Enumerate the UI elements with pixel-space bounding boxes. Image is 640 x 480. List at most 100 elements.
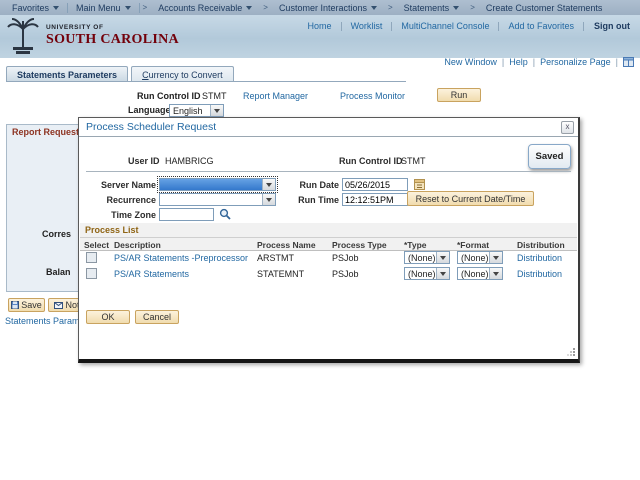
breadcrumb-main-menu[interactable]: Main Menu bbox=[68, 0, 139, 15]
server-name-select[interactable] bbox=[157, 176, 278, 193]
personalize-layout-icon[interactable] bbox=[623, 57, 634, 67]
process-select-checkbox[interactable] bbox=[86, 268, 97, 279]
breadcrumb-main-menu-label: Main Menu bbox=[76, 2, 121, 13]
divider bbox=[86, 171, 571, 172]
process-name: STATEMNT bbox=[257, 269, 305, 279]
col-process-type: Process Type bbox=[332, 240, 387, 250]
server-name-label: Server Name bbox=[100, 180, 156, 190]
resize-grip[interactable] bbox=[567, 348, 576, 357]
footer-statements-parameters-link[interactable]: Statements Paramet bbox=[5, 316, 87, 326]
new-window-link[interactable]: New Window bbox=[444, 57, 497, 67]
breadcrumb-item-label: Statements bbox=[403, 2, 450, 13]
header-link-add-to-favorites[interactable]: Add to Favorites bbox=[499, 21, 583, 31]
utility-divider: | bbox=[532, 57, 536, 67]
ok-button[interactable]: OK bbox=[86, 310, 130, 324]
chevron-down-icon bbox=[124, 5, 131, 10]
breadcrumb-separator: > bbox=[470, 3, 475, 12]
breadcrumb-separator: > bbox=[263, 3, 268, 12]
process-list-title: Process List bbox=[85, 225, 139, 235]
process-list-section: Process List bbox=[80, 223, 577, 237]
dialog-title: Process Scheduler Request bbox=[86, 121, 217, 133]
calendar-icon[interactable] bbox=[414, 179, 425, 190]
header-link-worklist[interactable]: Worklist bbox=[342, 21, 392, 31]
report-manager-link[interactable]: Report Manager bbox=[243, 91, 308, 101]
save-button[interactable]: Save bbox=[8, 298, 45, 312]
breadcrumb-favorites[interactable]: Favorites bbox=[4, 0, 67, 15]
logo-line2: SOUTH CAROLINA bbox=[46, 32, 179, 47]
process-row: PS/AR Statements STATEMNT PSJob (None) (… bbox=[80, 266, 577, 282]
col-distribution: Distribution bbox=[517, 240, 565, 250]
breadcrumb-separator: > bbox=[387, 3, 393, 12]
reset-button-label: Reset to Current Date/Time bbox=[415, 193, 526, 204]
run-control-id-value: STMT bbox=[202, 91, 227, 101]
save-disk-icon bbox=[11, 301, 20, 309]
distribution-link[interactable]: Distribution bbox=[517, 253, 562, 263]
process-monitor-link[interactable]: Process Monitor bbox=[340, 91, 405, 101]
user-id-label: User ID bbox=[128, 156, 160, 166]
chevron-down-icon bbox=[370, 5, 377, 10]
breadcrumb-current-page: Create Customer Statements bbox=[485, 2, 603, 13]
header-links: Home Worklist MultiChannel Console Add t… bbox=[299, 21, 632, 31]
header-link-multichannel-console[interactable]: MultiChannel Console bbox=[392, 21, 498, 31]
format-select-value: (None) bbox=[461, 268, 489, 279]
run-date-label: Run Date bbox=[299, 180, 339, 190]
tab-label: Statements Parameters bbox=[17, 70, 118, 80]
tab-currency-to-convert[interactable]: Currency to Convert bbox=[131, 66, 234, 82]
process-description-link[interactable]: PS/AR Statements bbox=[114, 269, 189, 279]
run-date-input[interactable] bbox=[342, 178, 408, 191]
language-select-value: English bbox=[173, 105, 203, 116]
type-select[interactable]: (None) bbox=[404, 267, 450, 280]
chevron-down-icon bbox=[262, 194, 275, 205]
personalize-page-link[interactable]: Personalize Page bbox=[540, 57, 611, 67]
process-row: PS/AR Statements -Preprocessor ARSTMT PS… bbox=[80, 250, 577, 266]
col-description: Description bbox=[114, 240, 161, 250]
tab-statements-parameters[interactable]: Statements Parameters bbox=[6, 66, 129, 82]
envelope-icon bbox=[54, 301, 64, 309]
language-label: Language bbox=[128, 105, 171, 115]
breadcrumb-item-accounts-receivable[interactable]: Accounts Receivable bbox=[150, 0, 260, 15]
tab-label: urrency to Convert bbox=[148, 70, 223, 80]
chevron-down-icon bbox=[262, 179, 275, 190]
process-select-checkbox[interactable] bbox=[86, 252, 97, 263]
saved-button-label: Saved bbox=[535, 151, 564, 162]
process-type: PSJob bbox=[332, 269, 359, 279]
sign-out-link[interactable]: Sign out bbox=[584, 21, 632, 31]
reset-to-current-datetime-button[interactable]: Reset to Current Date/Time bbox=[407, 191, 534, 206]
correspondence-label: Corres bbox=[42, 229, 72, 239]
breadcrumb-favorites-label: Favorites bbox=[12, 2, 50, 13]
type-select[interactable]: (None) bbox=[404, 251, 450, 264]
run-time-input[interactable] bbox=[342, 193, 408, 206]
help-link[interactable]: Help bbox=[509, 57, 528, 67]
format-select-value: (None) bbox=[461, 252, 489, 263]
balance-label: Balan bbox=[46, 267, 71, 277]
logo-line1: UNIVERSITY OF bbox=[46, 24, 104, 31]
format-select[interactable]: (None) bbox=[457, 267, 503, 280]
dialog-titlebar: Process Scheduler Request x bbox=[79, 118, 578, 137]
breadcrumb-separator: > bbox=[142, 3, 148, 12]
process-description-link[interactable]: PS/AR Statements -Preprocessor bbox=[114, 253, 248, 263]
col-process-name: Process Name bbox=[257, 240, 316, 250]
recurrence-select[interactable] bbox=[159, 193, 276, 206]
run-button[interactable]: Run bbox=[437, 88, 481, 102]
header-link-home[interactable]: Home bbox=[299, 21, 341, 31]
breadcrumb-item-statements[interactable]: Statements bbox=[396, 0, 468, 15]
cancel-button[interactable]: Cancel bbox=[135, 310, 179, 324]
language-select[interactable]: English bbox=[169, 104, 224, 117]
process-list-header-row: Select Description Process Name Process … bbox=[80, 237, 577, 251]
utility-divider: | bbox=[501, 57, 505, 67]
saved-button[interactable]: Saved bbox=[528, 144, 571, 169]
utility-links: New Window | Help | Personalize Page | bbox=[444, 57, 634, 67]
col-type: *Type bbox=[404, 240, 427, 250]
breadcrumb-item-customer-interactions[interactable]: Customer Interactions bbox=[271, 0, 385, 15]
col-format: *Format bbox=[457, 240, 490, 250]
time-zone-input[interactable] bbox=[159, 208, 214, 221]
close-icon[interactable]: x bbox=[561, 121, 574, 134]
distribution-link[interactable]: Distribution bbox=[517, 269, 562, 279]
chevron-down-icon bbox=[53, 5, 60, 10]
modal-run-control-id-label: Run Control ID bbox=[339, 156, 403, 166]
university-logo: UNIVERSITY OF SOUTH CAROLINA bbox=[5, 17, 179, 55]
lookup-magnifier-icon[interactable] bbox=[219, 208, 231, 220]
save-button-label: Save bbox=[21, 300, 42, 310]
format-select[interactable]: (None) bbox=[457, 251, 503, 264]
tab-underline bbox=[6, 81, 406, 82]
